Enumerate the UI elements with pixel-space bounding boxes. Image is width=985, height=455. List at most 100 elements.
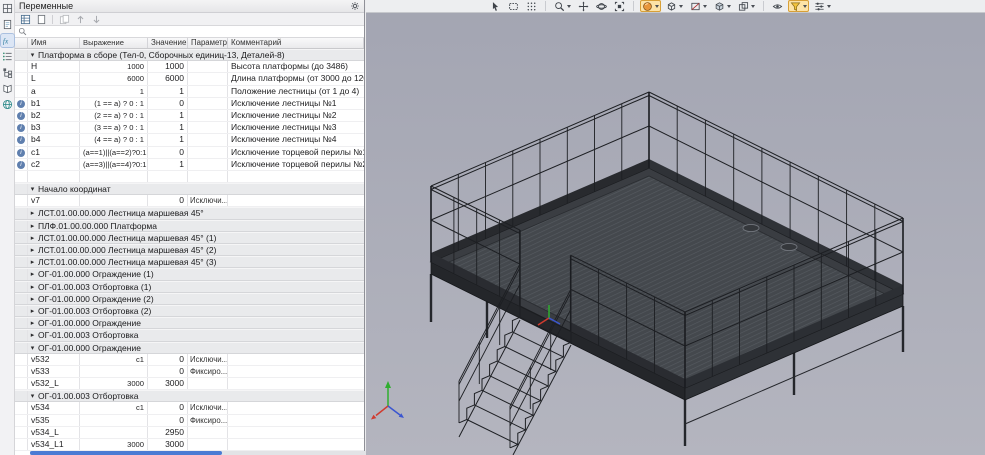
variable-name-cell[interactable]: H [28,61,80,72]
value-cell[interactable]: 0 [148,402,188,413]
comment-cell[interactable]: Высота платформы (до 3486) [228,61,364,72]
variable-name-cell[interactable]: b4 [28,134,80,145]
visibility-button[interactable] [770,0,785,12]
wireframe-mode-button[interactable] [664,0,685,12]
expression-cell[interactable]: 3000 [80,439,148,450]
comment-cell[interactable] [228,439,364,450]
move-down-button[interactable] [89,13,103,25]
comment-cell[interactable] [228,427,364,438]
expand-arrow-icon[interactable]: ▸ [28,221,37,231]
structure-tree-icon[interactable] [1,66,14,79]
filter-button[interactable] [788,0,809,12]
parameter-cell[interactable] [188,159,228,170]
parameter-cell[interactable] [188,110,228,121]
parameter-cell[interactable] [188,86,228,97]
variable-name-cell[interactable]: v534 [28,402,80,413]
group-row[interactable]: ▸ЛСТ.01.00.00.000 Лестница маршевая 45° [15,207,364,219]
parameter-cell[interactable]: Фиксиро... [188,366,228,377]
comment-cell[interactable]: Исключение лестницы №4 [228,134,364,145]
panel-settings-gear-icon[interactable] [350,1,360,11]
variable-name-cell[interactable]: L [28,73,80,84]
variable-row[interactable]: a11Положение лестницы (от 1 до 4) [15,86,364,98]
expand-arrow-icon[interactable]: ▸ [28,330,37,340]
variable-name-cell[interactable]: v532_L [28,378,80,389]
viewport-3d[interactable] [366,0,985,455]
parameter-cell[interactable] [188,147,228,158]
pan-button[interactable] [576,0,591,12]
parameter-cell[interactable]: Исключи... [188,195,228,206]
expression-cell[interactable]: c1 [80,402,148,413]
value-cell[interactable]: 0 [148,147,188,158]
parameter-cell[interactable]: Фиксиро... [188,415,228,426]
value-cell[interactable]: 3000 [148,378,188,389]
expand-arrow-icon[interactable]: ▸ [28,208,37,218]
variable-row[interactable]: v70Исключи... [15,195,364,207]
column-header-value[interactable]: Значение [148,38,188,48]
value-cell[interactable]: 0 [148,354,188,365]
expression-cell[interactable]: (1 == a) ? 0 : 1 [80,98,148,109]
zoom-button[interactable] [552,0,573,12]
expand-arrow-icon[interactable]: ▸ [28,269,37,279]
column-header-comment[interactable]: Комментарий [228,38,364,48]
expand-arrow-icon[interactable]: ▸ [28,294,37,304]
expand-arrow-icon[interactable]: ▸ [28,306,37,316]
variable-name-cell[interactable]: a [28,86,80,97]
value-cell[interactable]: 1 [148,122,188,133]
expression-cell[interactable]: (3 == a) ? 0 : 1 [80,122,148,133]
expression-cell[interactable] [80,427,148,438]
expand-arrow-icon[interactable]: ▸ [28,282,37,292]
parameter-cell[interactable] [188,134,228,145]
value-cell[interactable]: 1 [148,134,188,145]
collapse-arrow-icon[interactable]: ▾ [28,391,37,401]
variable-name-cell[interactable]: b1 [28,98,80,109]
value-cell[interactable]: 0 [148,195,188,206]
group-row[interactable]: ▸ОГ-01.00.003 Отбортовка (2) [15,305,364,317]
variable-row[interactable]: L60006000Длина платформы (от 3000 до 120… [15,73,364,85]
list-icon[interactable] [1,50,14,63]
column-header-name[interactable]: Имя [28,38,80,48]
expression-cell[interactable] [80,415,148,426]
panels-grid-icon[interactable] [1,2,14,15]
expression-cell[interactable] [80,366,148,377]
section-plane-button[interactable] [688,0,709,12]
document-params-icon[interactable] [1,18,14,31]
comment-cell[interactable]: Исключение торцевой перилы №1 [228,147,364,158]
expression-cell[interactable] [80,195,148,206]
group-row[interactable]: ▸ОГ-01.00.000 Ограждение [15,317,364,329]
column-header-expression[interactable]: Выражение [80,38,148,48]
variable-row[interactable]: ib3(3 == a) ? 0 : 11Исключение лестницы … [15,122,364,134]
value-cell[interactable]: 3000 [148,439,188,450]
snap-grid-button[interactable] [524,0,539,12]
collapse-arrow-icon[interactable]: ▾ [28,184,37,194]
parameter-cell[interactable] [188,73,228,84]
group-row[interactable]: ▾ОГ-01.00.000 Ограждение [15,342,364,354]
variable-name-cell[interactable]: v532 [28,354,80,365]
variable-name-cell[interactable]: v535 [28,415,80,426]
variable-name-cell[interactable]: b3 [28,122,80,133]
value-cell[interactable]: 1 [148,86,188,97]
variable-row[interactable]: ib4(4 == a) ? 0 : 11Исключение лестницы … [15,134,364,146]
new-sheet-button[interactable] [34,13,48,25]
value-cell[interactable]: 1000 [148,61,188,72]
orientation-cube-button[interactable] [712,0,733,12]
variable-row[interactable]: v534_L130003000 [15,439,364,451]
expression-cell[interactable]: c1 [80,354,148,365]
expression-cell[interactable]: 1000 [80,61,148,72]
expand-arrow-icon[interactable]: ▸ [28,257,37,267]
parameter-cell[interactable] [188,122,228,133]
group-row[interactable]: ▸ЛСТ.01.00.00.000 Лестница маршевая 45° … [15,244,364,256]
variable-row[interactable]: v532_L30003000 [15,378,364,390]
group-row[interactable]: ▾Начало координат [15,183,364,195]
group-row[interactable]: ▸ЛСТ.01.00.00.000 Лестница маршевая 45° … [15,256,364,268]
copy-button[interactable] [57,13,71,25]
variable-name-cell[interactable]: c2 [28,159,80,170]
variable-name-cell[interactable]: c1 [28,147,80,158]
fit-view-button[interactable] [612,0,627,12]
expression-cell[interactable]: 3000 [80,378,148,389]
comment-cell[interactable] [228,378,364,389]
value-cell[interactable]: 0 [148,415,188,426]
parameter-cell[interactable] [188,439,228,450]
expression-cell[interactable]: (a==1)||(a==2)?0:1 [80,147,148,158]
value-cell[interactable]: 2950 [148,427,188,438]
variable-name-cell[interactable]: v533 [28,366,80,377]
